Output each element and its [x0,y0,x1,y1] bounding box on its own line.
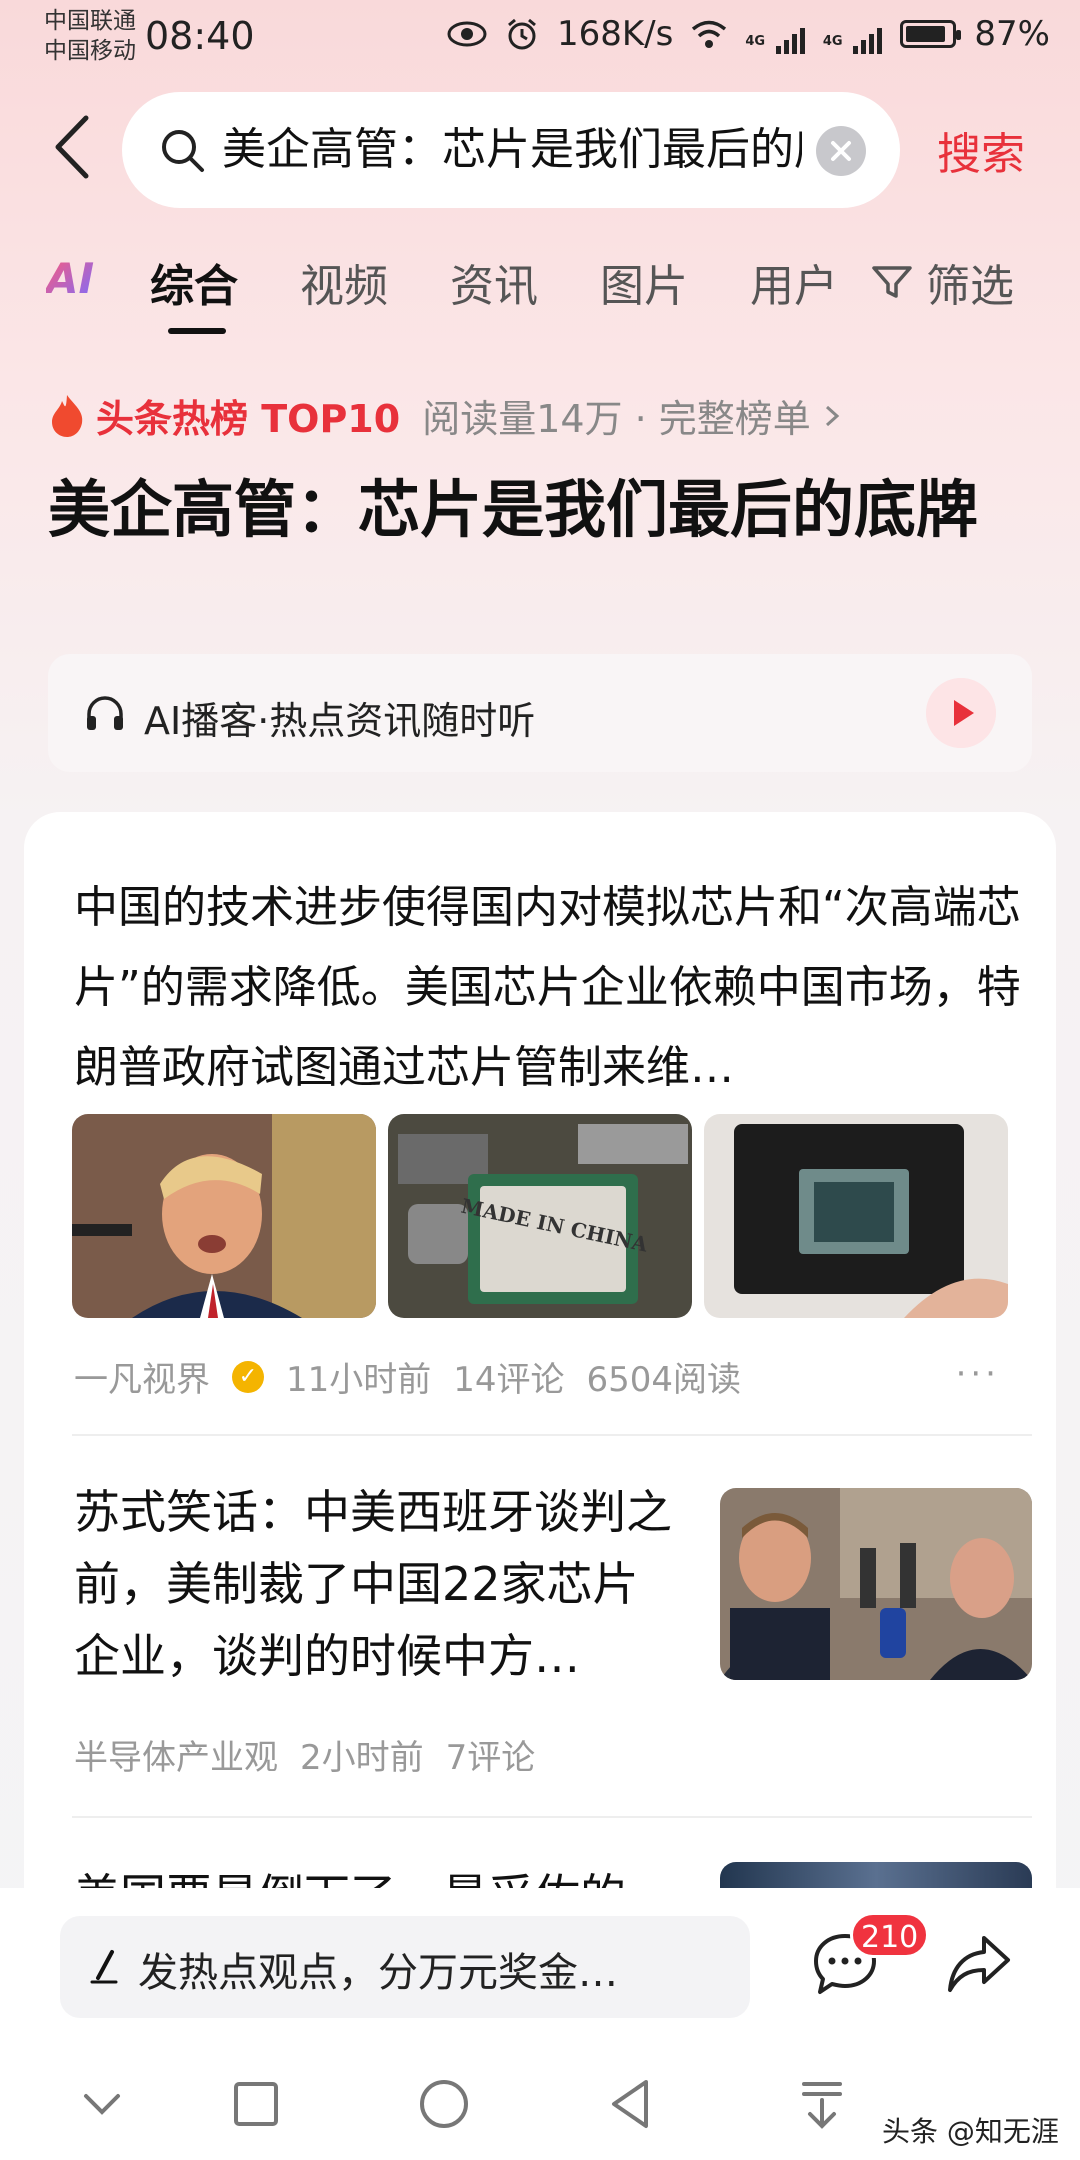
article-1-time: 11小时前 [286,1360,432,1400]
search-input[interactable]: 美企高管：芯片是我们最后的底牌 [222,122,802,178]
back-arrow-icon[interactable] [48,112,98,182]
article-1-comments: 14评论 [453,1360,565,1400]
status-icons: 168K/s 4G 4G 87% [447,14,1050,54]
alarm-icon [508,18,536,50]
article-2-meta: 半导体产业观 2小时前 7评论 [74,1730,535,1779]
hot-board-link[interactable]: 头条热榜 TOP10 阅读量14万 · 完整榜单 [48,388,843,443]
more-options-icon[interactable]: ··· [956,1354,1000,1394]
notification-drawer-icon[interactable] [792,2074,852,2134]
battery-icon [900,20,962,48]
divider [72,1434,1032,1436]
share-icon[interactable] [944,1930,1014,1996]
carrier-2: 中国移动 [44,38,136,64]
article-2-image[interactable] [720,1488,1032,1680]
article-1-text[interactable]: 中国的技术进步使得国内对模拟芯片和“次高端芯片”的需求降低。美国芯片企业依赖中国… [74,868,1026,1108]
system-nav-bar: 头条 @知无涯 [0,2060,1080,2160]
comment-input[interactable]: 发热点观点，分万元奖金… [60,1916,750,2018]
battery-percent: 87% [974,14,1050,54]
eye-icon [447,21,487,47]
hot-board-meta: 阅读量14万 · 完整榜单 [422,397,811,441]
tab-users[interactable]: 用户 [750,250,838,314]
hot-board-title: 头条热榜 TOP10 [96,397,401,441]
home-icon[interactable] [414,2074,474,2134]
article-2-author[interactable]: 半导体产业观 [74,1730,278,1779]
signal-2-icon: 4G [823,14,883,54]
podcast-label: AI播客·热点资讯随时听 [144,699,536,743]
active-tab-indicator [168,328,226,334]
article-2-text[interactable]: 苏式笑话：中美西班牙谈判之前，美制裁了中国22家芯片企业，谈判的时候中方… [74,1476,674,1692]
headphones-icon [87,696,123,730]
net-speed: 168K/s [556,14,674,54]
bottom-bar: 发热点观点，分万元奖金… 210 头条 @知无涯 [0,1888,1080,2160]
article-1-image-chip[interactable]: MADE IN CHINA [388,1114,692,1318]
search-button[interactable]: 搜索 [937,118,1025,182]
signal-2-label: 4G [822,34,843,49]
status-bar: 中国联通 中国移动 08:40 168K/s 4G 4G 87% [0,0,1080,80]
article-1-images[interactable]: MADE IN CHINA [72,1114,1008,1318]
tab-images[interactable]: 图片 [600,250,688,314]
carrier-info: 中国联通 中国移动 [44,6,136,66]
article-1-image-person[interactable] [72,1114,376,1318]
clear-icon[interactable] [816,126,866,176]
comment-placeholder: 发热点观点，分万元奖金… [138,1950,618,1996]
article-1-meta: 一凡视界 ✓ 11小时前 14评论 6504阅读 [74,1352,741,1401]
tab-news[interactable]: 资讯 [450,250,538,314]
watermark: 头条 @知无涯 [882,2115,1059,2148]
article-1-image-gpu[interactable] [704,1114,1008,1318]
chevron-right-icon [825,405,840,426]
play-icon[interactable] [926,678,996,748]
filter-label: 筛选 [926,261,1014,312]
article-2-time: 2小时前 [300,1738,424,1778]
flame-icon [52,394,83,437]
tab-video[interactable]: 视频 [300,250,388,314]
verified-icon: ✓ [232,1360,264,1393]
ai-podcast-banner[interactable]: AI播客·热点资讯随时听 [48,654,1032,772]
pen-icon [90,1950,118,1984]
battery-fill [906,26,945,42]
divider [72,1816,1032,1818]
article-1-author[interactable]: 一凡视界 [74,1352,210,1401]
clock: 08:40 [145,14,255,58]
tab-ai[interactable]: AI [46,254,94,303]
tab-general[interactable]: 综合 [150,250,238,314]
recent-apps-icon[interactable] [226,2074,286,2134]
carrier-1: 中国联通 [44,8,136,34]
comment-count-badge: 210 [850,1912,930,1958]
article-1-reads: 6504阅读 [586,1360,742,1400]
wifi-icon [692,20,727,48]
search-box[interactable]: 美企高管：芯片是我们最后的底牌 [122,92,900,208]
tab-bar: AI 综合 视频 资讯 图片 用户 筛选 [0,250,1080,340]
page-title: 美企高管：芯片是我们最后的底牌 [48,473,979,546]
filter-icon [872,266,912,298]
filter-button[interactable]: 筛选 [870,250,1014,314]
search-icon [162,130,204,172]
signal-1-label: 4G [745,34,766,49]
back-icon[interactable] [602,2074,662,2134]
chevron-down-icon[interactable] [72,2074,132,2134]
signal-1-icon: 4G [745,14,805,54]
article-2-comments: 7评论 [445,1738,536,1778]
